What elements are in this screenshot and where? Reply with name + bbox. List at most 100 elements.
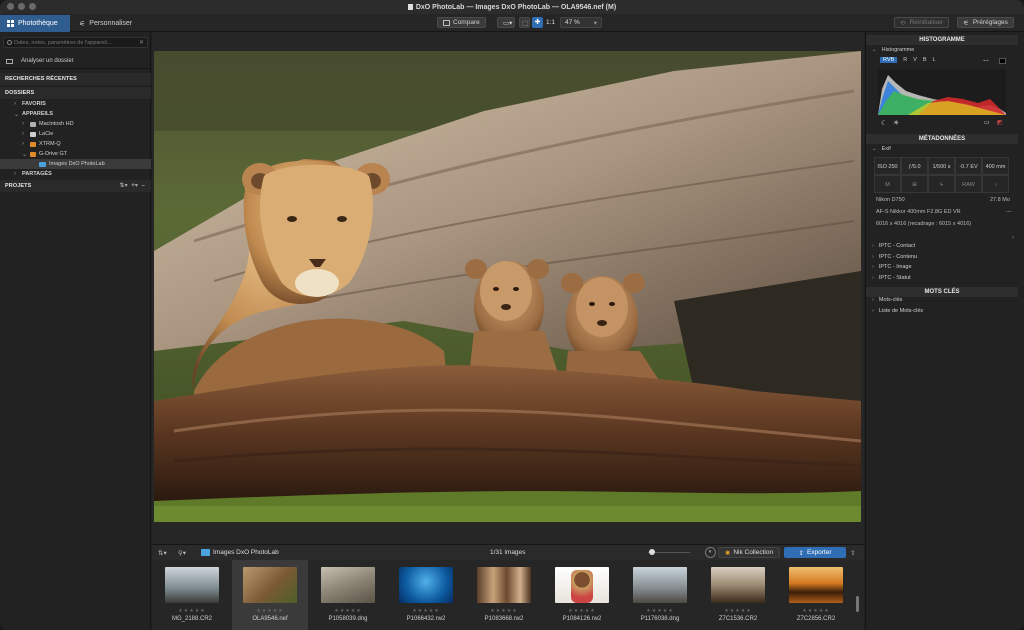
thumbnail[interactable]: ★★★★★ P1083668.rw2 xyxy=(466,560,542,630)
flash-off-icon: ϟ xyxy=(928,175,955,193)
metadata-header[interactable]: MÉTADONNÉES xyxy=(866,134,1018,144)
share-icon[interactable]: ⇧ xyxy=(850,549,855,557)
channel-tab-r[interactable]: R xyxy=(903,57,907,63)
favorites-label: FAVORIS xyxy=(22,101,46,107)
keyword-list-row[interactable]: › Liste de Mots-clés xyxy=(872,308,923,314)
exif-row[interactable]: ⌄ Exif xyxy=(872,146,891,152)
fit-icon[interactable]: ⬚ xyxy=(519,17,530,28)
search-input[interactable]: Dates, notes, paramètres de l'appareil..… xyxy=(3,37,148,48)
filmstrip-scrollbar[interactable] xyxy=(856,596,859,612)
rating-stars[interactable]: ★★★★★ xyxy=(310,608,386,614)
tree-drive-g-drive-gt[interactable]: ⌄ G-Drive GT xyxy=(0,149,151,159)
tree-drive-xtrm-q[interactable]: › XTRM-Q xyxy=(0,139,151,149)
projects-controls[interactable]: ⇅▾ +▾ – xyxy=(120,182,145,189)
clear-search-icon[interactable]: ✕ xyxy=(139,39,144,46)
filter-icon[interactable]: ⚲▾ xyxy=(178,549,186,557)
highlight-clipping-icon[interactable]: ☀ xyxy=(893,119,899,127)
channel-tab-b[interactable]: B xyxy=(923,57,927,63)
iptc-contenu-row[interactable]: › IPTC - Contenu xyxy=(872,254,917,260)
thumbnail[interactable]: ★★★★★ MG_2188.CR2 xyxy=(154,560,230,630)
channel-tab-l[interactable]: L xyxy=(933,57,936,63)
rating-stars[interactable]: ★★★★★ xyxy=(700,608,776,614)
expand-icon[interactable]: › xyxy=(1012,235,1014,241)
white-balance-icon: ♁ xyxy=(982,175,1009,193)
tree-drive-macintosh-hd[interactable]: › Macintosh HD xyxy=(0,119,151,129)
thumbnail[interactable]: ★★★★★ P1084126.rw2 xyxy=(544,560,620,630)
tree-shared[interactable]: › PARTAGÉS xyxy=(0,169,151,179)
sort-icon[interactable]: ⇅▾ xyxy=(158,549,167,557)
rating-stars[interactable]: ★★★★★ xyxy=(778,608,854,614)
compare-label: Compare xyxy=(453,19,480,26)
image-viewer[interactable] xyxy=(152,32,864,544)
nik-collection-button[interactable]: ✺ Nik Collection xyxy=(718,547,780,558)
keywords-header[interactable]: MOTS CLÉS xyxy=(866,287,1018,297)
iptc-label: IPTC - Contact xyxy=(878,243,916,249)
tree-drive-lacie[interactable]: › LaCie xyxy=(0,129,151,139)
camera-model: Nikon D750 xyxy=(876,197,905,203)
channel-tab-rvb[interactable]: RVB xyxy=(880,57,898,63)
thumbnail-filename: OLA9546.nef xyxy=(252,616,288,622)
window-title-text: DxO PhotoLab — Images DxO PhotoLab — OLA… xyxy=(415,3,617,11)
shared-label: PARTAGÉS xyxy=(22,171,52,177)
iptc-statut-row[interactable]: › IPTC - Statut xyxy=(872,275,911,281)
iptc-contact-row[interactable]: › IPTC - Contact xyxy=(872,243,915,249)
rating-stars[interactable]: ★★★★★ xyxy=(232,608,308,614)
drive-label: G-Drive GT xyxy=(39,151,68,157)
presets-button[interactable]: ⚟ Préréglages xyxy=(957,17,1014,28)
histogram-header[interactable]: HISTOGRAMME xyxy=(866,35,1018,45)
zoom-window-button[interactable] xyxy=(29,3,36,10)
filmstrip: ★★★★★ MG_2188.CR2 ★★★★★ OLA9546.nef ★★★★… xyxy=(152,560,864,630)
thumbnail[interactable]: ★★★★★ Z7C2856.CR2 xyxy=(778,560,854,630)
display-icon[interactable]: ▭ xyxy=(984,119,990,126)
keywords-row[interactable]: › Mots-clés xyxy=(872,297,902,303)
recent-searches-header[interactable]: RECHERCHES RÉCENTES xyxy=(0,73,151,85)
compare-button[interactable]: Compare xyxy=(437,17,486,28)
close-window-button[interactable] xyxy=(7,3,14,10)
tree-folder-images-dxo[interactable]: Images DxO PhotoLab xyxy=(0,159,151,169)
tab-phototheque[interactable]: Photothèque xyxy=(0,15,70,32)
thumbnail-selected[interactable]: ★★★★★ OLA9546.nef xyxy=(232,560,308,630)
folders-header[interactable]: DOSSIERS xyxy=(0,87,151,99)
thumbnail[interactable]: ★★★★★ Z7C1536.CR2 xyxy=(700,560,776,630)
thumbnail-image xyxy=(477,567,531,603)
rating-stars[interactable]: ★★★★★ xyxy=(388,608,464,614)
minimize-window-button[interactable] xyxy=(18,3,25,10)
softproof-icon[interactable]: ◩ xyxy=(997,119,1003,126)
chevron-right-icon: › xyxy=(872,297,874,303)
rating-stars[interactable]: ★★★★★ xyxy=(544,608,620,614)
thumbnail-image xyxy=(243,567,297,603)
move-icon[interactable]: ✚ xyxy=(532,17,543,28)
rating-stars[interactable]: ★★★★★ xyxy=(154,608,230,614)
thumbnail-filename: P1066432.rw2 xyxy=(406,616,446,622)
exif-aperture: ƒ/5.0 xyxy=(901,157,928,175)
drive-icon xyxy=(30,121,36,127)
projects-header[interactable]: PROJETS ⇅▾ +▾ – xyxy=(0,180,151,192)
thumbnail[interactable]: ★★★★★ P1066432.rw2 xyxy=(388,560,464,630)
tree-devices[interactable]: ⌄ APPAREILS xyxy=(0,109,151,119)
iptc-image-row[interactable]: › IPTC - Image xyxy=(872,264,912,270)
quick-preview-icon[interactable]: ◐ xyxy=(705,547,716,558)
main-photo[interactable] xyxy=(154,51,861,522)
view-mode-dropdown[interactable]: ▭▾ xyxy=(497,17,515,28)
tab-personnaliser[interactable]: ⚟ Personnaliser xyxy=(72,15,139,32)
rating-stars[interactable]: ★★★★★ xyxy=(622,608,698,614)
analyze-folder-button[interactable]: Analyser un dossier xyxy=(0,54,151,69)
export-button[interactable]: ⇪ Exporter xyxy=(784,547,846,558)
shadow-clipping-icon[interactable]: ☾ xyxy=(881,119,887,127)
thumbnail-filename: P1058039.dng xyxy=(328,616,368,622)
zoom-1to1-button[interactable]: 1:1 xyxy=(546,19,555,26)
chevron-down-icon: ▾ xyxy=(593,20,597,27)
chevron-right-icon: › xyxy=(14,101,16,107)
channel-tab-v[interactable]: V xyxy=(913,57,917,63)
clipping-toggle-icon[interactable]: ⌁⌁ xyxy=(983,58,989,64)
reset-button[interactable]: ⟲ Réinitialiser xyxy=(894,17,950,28)
tree-favorites[interactable]: › FAVORIS xyxy=(0,99,151,109)
slider-handle[interactable] xyxy=(649,549,655,555)
thumbnail[interactable]: ★★★★★ P1176038.dng xyxy=(622,560,698,630)
right-panel: HISTOGRAMME ⌄ Histogramme RVB R V B L ⌁⌁ … xyxy=(865,32,1024,630)
zoom-select[interactable]: 47 % ▾ xyxy=(560,17,602,28)
histogram-row[interactable]: ⌄ Histogramme xyxy=(872,47,914,53)
rating-stars[interactable]: ★★★★★ xyxy=(466,608,542,614)
black-point-swatch[interactable] xyxy=(999,58,1006,64)
thumbnail[interactable]: ★★★★★ P1058039.dng xyxy=(310,560,386,630)
